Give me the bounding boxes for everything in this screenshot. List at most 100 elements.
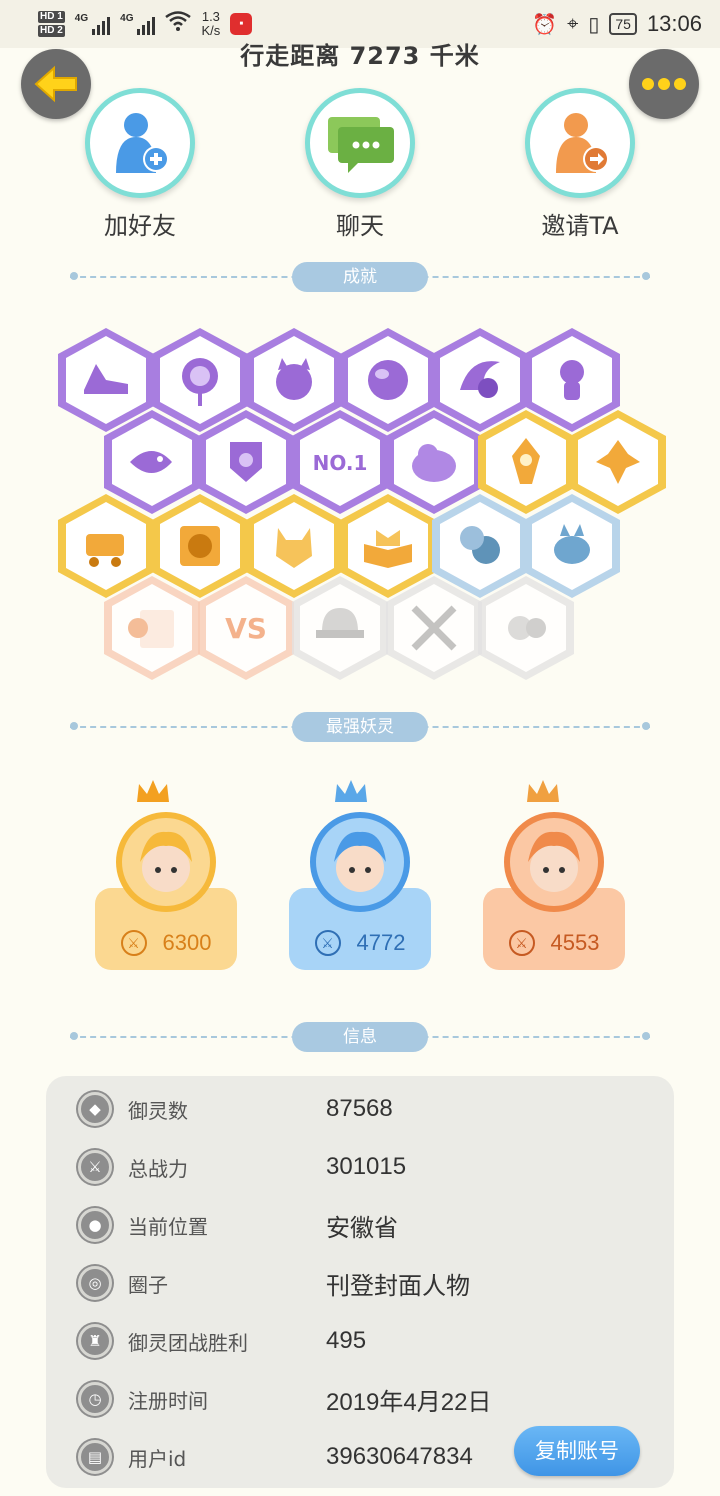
monster-icon bbox=[596, 440, 640, 484]
invite-ring bbox=[525, 88, 635, 198]
divider-dot bbox=[642, 1032, 650, 1040]
achievements-header: 成就 bbox=[70, 262, 650, 292]
sword-power-icon: ⚔ bbox=[120, 930, 147, 956]
crown-icon bbox=[137, 780, 169, 802]
svg-text:VS: VS bbox=[225, 612, 267, 645]
invite-button[interactable]: 邀请TA bbox=[505, 88, 655, 241]
achievement-badge[interactable] bbox=[152, 494, 248, 598]
achievement-badge[interactable] bbox=[524, 494, 620, 598]
achievement-badge[interactable] bbox=[340, 494, 436, 598]
achievement-badge-face: VS bbox=[206, 584, 286, 672]
info-row: ♜ 御灵团战胜利 495 bbox=[46, 1312, 674, 1370]
achievements-title: 成就 bbox=[292, 262, 428, 292]
achievement-badge[interactable] bbox=[478, 410, 574, 514]
stroller-icon bbox=[86, 534, 124, 567]
achievement-badge-face bbox=[348, 336, 428, 424]
character-portrait-icon bbox=[334, 831, 386, 892]
wifi-icon bbox=[165, 11, 192, 37]
spirit-power-value: 6300 bbox=[162, 930, 212, 955]
yin-yang-icon bbox=[460, 361, 500, 398]
achievement-badge-face bbox=[486, 418, 566, 506]
fish-spirit-icon bbox=[130, 451, 172, 473]
achievement-badge[interactable] bbox=[246, 494, 342, 598]
info-header: 信息 bbox=[70, 1022, 650, 1052]
battery-icon: 75 bbox=[609, 13, 637, 35]
chat-button[interactable]: 聊天 bbox=[285, 88, 435, 241]
alarm-icon: ⏰ bbox=[532, 13, 558, 36]
achievement-badge[interactable] bbox=[386, 576, 482, 680]
network-speed: 1.3 K/s bbox=[201, 10, 220, 38]
svg-text:NO.1: NO.1 bbox=[313, 451, 368, 475]
achievement-badge[interactable]: VS bbox=[198, 576, 294, 680]
spirit-power: ⚔ 4772 bbox=[289, 930, 431, 956]
achievement-badge[interactable]: NO.1 bbox=[292, 410, 388, 514]
add-friend-icon bbox=[116, 113, 169, 173]
info-title: 信息 bbox=[292, 1022, 428, 1052]
chat-ring bbox=[305, 88, 415, 198]
info-row: ▤ 用户id 39630647834 bbox=[46, 1428, 674, 1486]
achievement-badge-face bbox=[206, 418, 286, 506]
info-value: 39630647834 bbox=[326, 1443, 473, 1470]
achievement-badge-face: NO.1 bbox=[300, 418, 380, 506]
achievement-badge-face bbox=[578, 418, 658, 506]
signal-icon: 4G bbox=[74, 13, 111, 35]
spirit-card[interactable]: ⚔ 4772 bbox=[289, 770, 431, 970]
achievement-badge-face bbox=[440, 336, 520, 424]
achievement-badge[interactable] bbox=[104, 576, 200, 680]
network-type-1: 4G bbox=[74, 13, 89, 24]
info-value: 495 bbox=[326, 1327, 367, 1354]
spirit-power-value: 4772 bbox=[356, 930, 406, 955]
spirit-card[interactable]: ⚔ 4553 bbox=[483, 770, 625, 970]
spirit-avatar bbox=[504, 812, 604, 912]
swords-icon bbox=[411, 605, 457, 651]
fox-icon bbox=[276, 528, 312, 568]
achievement-badge-face bbox=[440, 502, 520, 590]
achievement-badge[interactable] bbox=[524, 328, 620, 432]
location-icon: ● bbox=[78, 1208, 112, 1242]
info-row: ◎ 圈子 刊登封面人物 bbox=[46, 1254, 674, 1312]
achievement-badge-face bbox=[394, 584, 474, 672]
info-value: 刊登封面人物 bbox=[326, 1272, 470, 1300]
app-notification-icon: ■ bbox=[230, 13, 253, 35]
achievement-badge[interactable] bbox=[386, 410, 482, 514]
info-row: ⚔ 总战力 301015 bbox=[46, 1138, 674, 1196]
achievement-badge[interactable] bbox=[292, 576, 388, 680]
cat-face-icon bbox=[276, 358, 312, 400]
open-book-icon bbox=[364, 530, 412, 568]
achievement-badge[interactable] bbox=[478, 576, 574, 680]
character-portrait-icon bbox=[528, 831, 580, 892]
achievement-badge[interactable] bbox=[432, 328, 528, 432]
achievement-badge[interactable] bbox=[340, 328, 436, 432]
info-key: 注册时间 bbox=[128, 1388, 208, 1413]
divider-dot bbox=[642, 272, 650, 280]
chat-label: 聊天 bbox=[336, 212, 384, 240]
strongest-spirits: ⚔ 6300 ⚔ 4772 ⚔ 4553 bbox=[0, 770, 720, 980]
spirit-power: ⚔ 6300 bbox=[95, 930, 237, 956]
achievement-badge[interactable] bbox=[570, 410, 666, 514]
strongest-title: 最强妖灵 bbox=[292, 712, 428, 742]
sword-icon: ⚔ bbox=[78, 1150, 112, 1184]
cat-spirit-icon bbox=[560, 360, 584, 400]
achievement-badge-face bbox=[66, 336, 146, 424]
vs-icon: VS bbox=[225, 612, 267, 645]
achievement-badge[interactable] bbox=[246, 328, 342, 432]
achievement-badge[interactable] bbox=[198, 410, 294, 514]
add-friend-button[interactable]: 加好友 bbox=[65, 88, 215, 241]
achievement-badge[interactable] bbox=[58, 494, 154, 598]
sword-power-icon: ⚔ bbox=[314, 930, 341, 956]
moon-icon bbox=[460, 526, 500, 564]
crown-icon bbox=[527, 780, 559, 802]
achievement-grid: NO.1 VS bbox=[0, 320, 720, 690]
walk-distance: 行走距离 7273 千米 bbox=[240, 42, 480, 70]
network-type-2: 4G bbox=[120, 13, 134, 24]
achievement-badge[interactable] bbox=[432, 494, 528, 598]
achievement-badge[interactable] bbox=[58, 328, 154, 432]
achievement-badge-face bbox=[112, 584, 192, 672]
achievement-badge[interactable] bbox=[152, 328, 248, 432]
info-row: ● 当前位置 安徽省 bbox=[46, 1196, 674, 1254]
achievement-badge[interactable] bbox=[104, 410, 200, 514]
spirit-count-icon: ◆ bbox=[78, 1092, 112, 1126]
achievement-badge-face bbox=[486, 584, 566, 672]
id-card-icon: ▤ bbox=[78, 1440, 112, 1474]
spirit-card[interactable]: ⚔ 6300 bbox=[95, 770, 237, 970]
